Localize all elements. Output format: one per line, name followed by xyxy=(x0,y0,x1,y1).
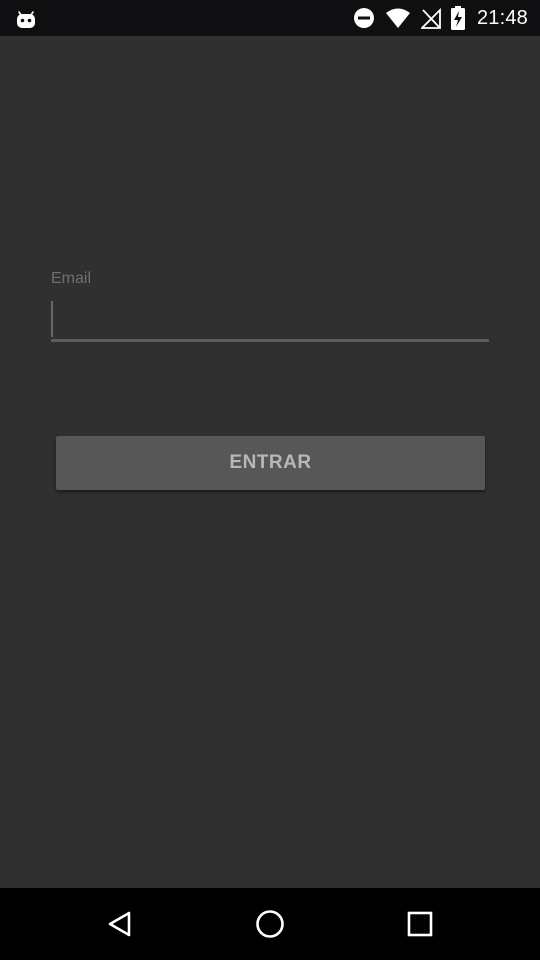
status-bar: 21:48 xyxy=(0,0,540,36)
home-icon[interactable] xyxy=(252,906,288,942)
email-field[interactable] xyxy=(51,298,489,342)
do-not-disturb-icon xyxy=(353,7,375,29)
login-screen: 21:48 Email ENTRAR xyxy=(0,0,540,960)
back-icon[interactable] xyxy=(102,906,138,942)
status-time: 21:48 xyxy=(476,6,528,29)
no-signal-icon xyxy=(420,7,441,29)
android-icon xyxy=(14,6,38,30)
battery-charging-icon xyxy=(450,6,465,30)
login-form: Email ENTRAR xyxy=(0,36,540,888)
text-cursor xyxy=(51,301,53,337)
navigation-bar xyxy=(0,888,540,960)
entrar-button[interactable]: ENTRAR xyxy=(56,436,485,490)
recents-icon[interactable] xyxy=(402,906,438,942)
status-icons: 21:48 xyxy=(353,0,528,36)
wifi-icon xyxy=(385,7,411,29)
email-label: Email xyxy=(51,270,92,287)
